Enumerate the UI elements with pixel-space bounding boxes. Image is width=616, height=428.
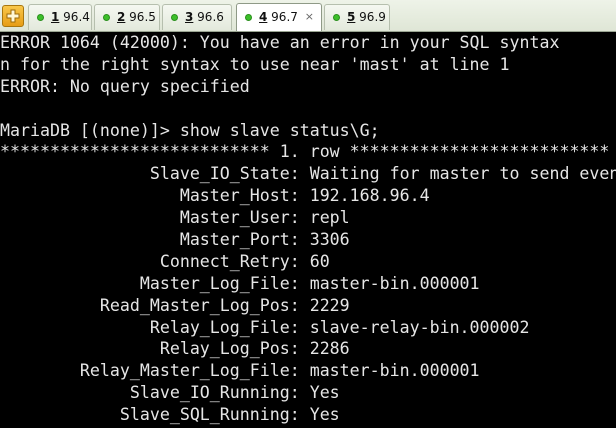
tab-label: 96.7 xyxy=(267,10,298,24)
tab-session-3[interactable]: 3 96.6 xyxy=(162,4,232,30)
tab-session-5[interactable]: 5 96.9 xyxy=(324,4,390,30)
terminal-line: Master_Log_File: master-bin.000001 xyxy=(0,273,480,293)
terminal-line: Slave_IO_Running: Yes xyxy=(0,383,340,403)
terminal-line: Master_User: repl xyxy=(0,208,350,228)
connected-status-icon xyxy=(171,14,178,21)
tab-label: 96.5 xyxy=(125,10,156,24)
tab-session-1[interactable]: 1 96.4 xyxy=(28,4,92,30)
connected-status-icon xyxy=(103,14,110,21)
terminal-line: Read_Master_Log_Pos: 2229 xyxy=(0,295,350,315)
tab-session-4[interactable]: 4 96.7 × xyxy=(236,3,322,31)
connected-status-icon xyxy=(333,14,340,21)
terminal-line: n for the right syntax to use near 'mast… xyxy=(0,54,510,74)
terminal-line: MariaDB [(none)]> show slave status\G; xyxy=(0,120,380,140)
terminal-line: Slave_SQL_Running: Yes xyxy=(0,405,340,425)
tab-label: 96.9 xyxy=(355,10,386,24)
tab-label: 96.6 xyxy=(193,10,224,24)
terminal-line: Master_Host: 192.168.96.4 xyxy=(0,186,430,206)
tab-bar: 1 96.4 2 96.5 3 96.6 4 96.7 × 5 96.9 xyxy=(0,0,616,32)
menu-button[interactable] xyxy=(2,5,24,27)
close-tab-icon[interactable]: × xyxy=(305,4,314,30)
tab-session-2[interactable]: 2 96.5 xyxy=(94,4,160,30)
terminal-line: Relay_Master_Log_File: master-bin.000001 xyxy=(0,361,480,381)
plus-arrow-icon xyxy=(6,9,20,23)
terminal-line: *************************** 1. row *****… xyxy=(0,142,610,162)
tab-label: 96.4 xyxy=(59,10,90,24)
terminal-line: Slave_IO_State: Waiting for master to se… xyxy=(0,164,616,184)
terminal-line: Master_Port: 3306 xyxy=(0,230,350,250)
terminal-line: ERROR 1064 (42000): You have an error in… xyxy=(0,33,560,52)
connected-status-icon xyxy=(245,14,252,21)
terminal-line: Connect_Retry: 60 xyxy=(0,251,330,271)
connected-status-icon xyxy=(37,14,44,21)
terminal-line: Relay_Log_File: slave-relay-bin.000002 xyxy=(0,317,530,337)
terminal-line: ERROR: No query specified xyxy=(0,76,250,96)
terminal-line: Relay_Log_Pos: 2286 xyxy=(0,339,350,359)
terminal-output[interactable]: ERROR 1064 (42000): You have an error in… xyxy=(0,32,616,428)
